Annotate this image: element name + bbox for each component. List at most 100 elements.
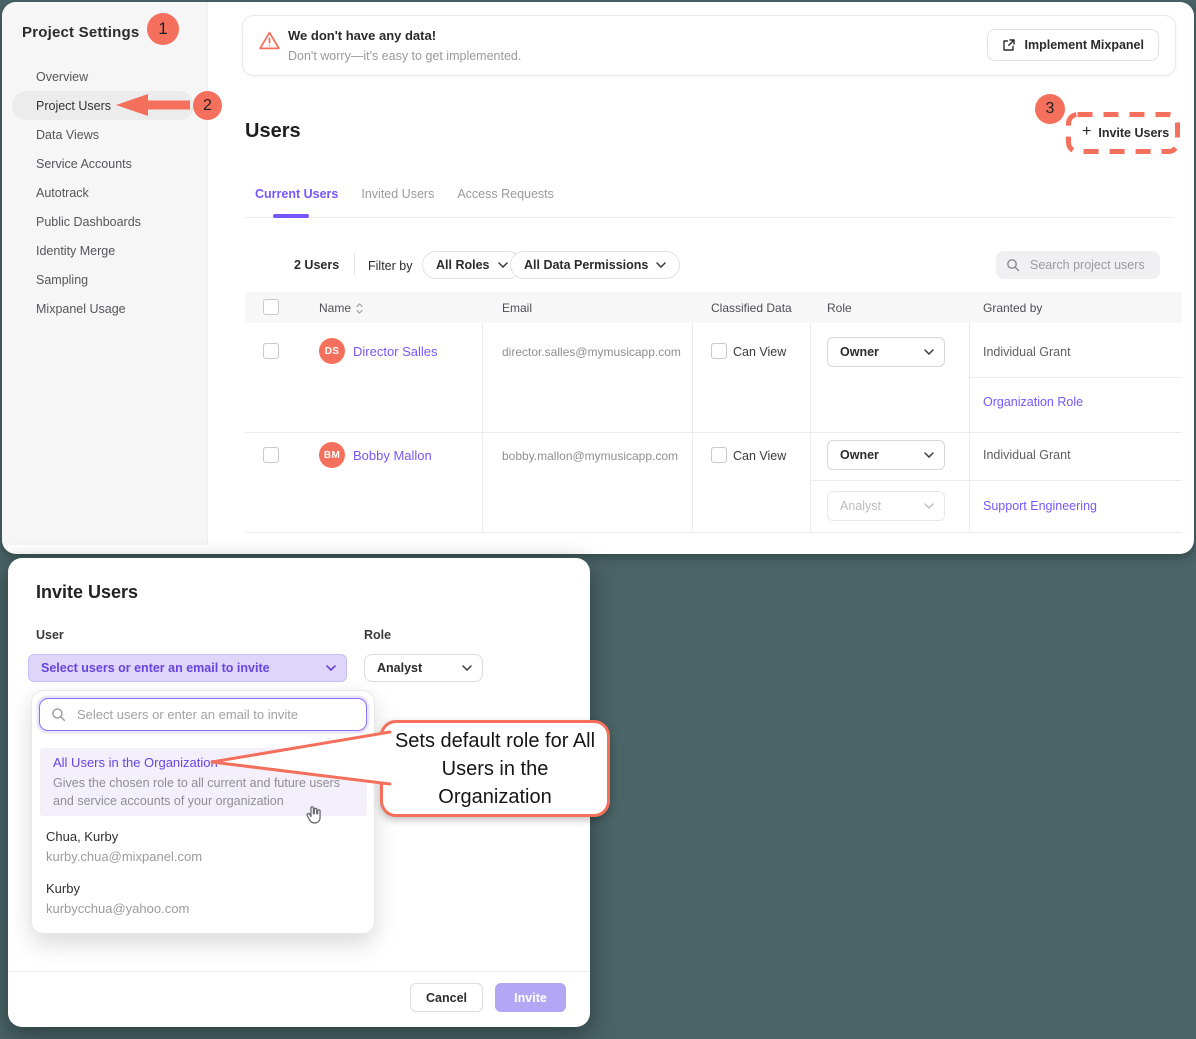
option-chua-kurby[interactable]: Chua, Kurby kurby.chua@mixpanel.com — [46, 829, 202, 864]
row-divider — [245, 532, 1182, 533]
user-email: bobby.mallon@mymusicapp.com — [502, 449, 678, 463]
sidebar-item-public-dashboards[interactable]: Public Dashboards — [12, 207, 194, 236]
chevron-down-icon — [924, 349, 934, 355]
user-field-label: User — [36, 628, 64, 642]
users-tabs: Current Users Invited Users Access Reque… — [255, 187, 554, 201]
sidebar-item-overview[interactable]: Overview — [12, 62, 194, 91]
banner-title: We don't have any data! — [288, 28, 436, 43]
step-3-badge: 3 — [1035, 94, 1065, 124]
dialog-footer-divider — [8, 971, 590, 972]
project-settings-window: Project Settings Overview Project Users … — [2, 2, 1194, 554]
all-roles-label: All Roles — [436, 258, 490, 272]
option-email: kurbycchua@yahoo.com — [46, 901, 189, 916]
role-field-label: Role — [364, 628, 391, 642]
step-1-badge: 1 — [147, 13, 179, 45]
role-select-value: Owner — [840, 448, 879, 462]
arrow-left-icon — [114, 92, 192, 118]
plus-icon: + — [1082, 124, 1091, 140]
row-checkbox[interactable] — [263, 343, 279, 359]
organization-role-link[interactable]: Organization Role — [983, 395, 1083, 409]
column-divider — [482, 323, 483, 532]
all-roles-filter[interactable]: All Roles — [422, 251, 522, 279]
chevron-down-icon — [656, 262, 666, 268]
sidebar-item-mixpanel-usage[interactable]: Mixpanel Usage — [12, 294, 194, 323]
sidebar: Project Settings Overview Project Users … — [2, 2, 208, 545]
dropdown-search-input[interactable] — [75, 706, 355, 723]
row-divider — [245, 432, 1182, 433]
chevron-down-icon — [326, 665, 336, 671]
column-header-name[interactable]: Name — [319, 301, 363, 315]
avatar: BM — [319, 442, 345, 468]
tab-current-users[interactable]: Current Users — [255, 187, 338, 201]
callout-annotation: Sets default role for All Users in the O… — [380, 720, 610, 817]
granted-by-value: Individual Grant — [983, 448, 1071, 462]
granted-by-value: Individual Grant — [983, 345, 1071, 359]
sidebar-item-autotrack[interactable]: Autotrack — [12, 178, 194, 207]
search-icon — [51, 707, 66, 722]
option-title: Chua, Kurby — [46, 829, 202, 844]
user-name-link[interactable]: Bobby Mallon — [353, 448, 432, 463]
user-email: director.salles@mymusicapp.com — [502, 345, 681, 359]
sidebar-item-identity-merge[interactable]: Identity Merge — [12, 236, 194, 265]
option-title: Kurby — [46, 881, 189, 896]
user-name-link[interactable]: Director Salles — [353, 344, 438, 359]
all-data-permissions-filter[interactable]: All Data Permissions — [510, 251, 680, 279]
table-header-row: Name Email Classified Data Role Granted … — [245, 292, 1182, 323]
name-header-label: Name — [319, 301, 351, 315]
filter-by-label: Filter by — [368, 259, 412, 273]
role-select-value: Analyst — [377, 661, 422, 675]
callout-text: Sets default role for All Users in the O… — [387, 727, 603, 811]
sidebar-item-sampling[interactable]: Sampling — [12, 265, 194, 294]
grant-divider — [810, 480, 1182, 481]
sidebar-item-service-accounts[interactable]: Service Accounts — [12, 149, 194, 178]
avatar: DS — [319, 338, 345, 364]
search-project-users-box — [996, 251, 1160, 279]
role-select[interactable]: Analyst — [364, 654, 483, 682]
sidebar-item-data-views[interactable]: Data Views — [12, 120, 194, 149]
callout-tail — [205, 725, 395, 791]
row-checkbox[interactable] — [263, 447, 279, 463]
option-kurby[interactable]: Kurby kurbycchua@yahoo.com — [46, 881, 189, 916]
select-all-checkbox[interactable] — [263, 299, 279, 315]
invite-users-label: Invite Users — [1098, 126, 1169, 140]
role-select-value: Analyst — [840, 499, 881, 513]
can-view-checkbox[interactable] — [711, 343, 727, 359]
implement-mixpanel-label: Implement Mixpanel — [1025, 38, 1144, 52]
all-data-permissions-label: All Data Permissions — [524, 258, 648, 272]
implement-mixpanel-button[interactable]: Implement Mixpanel — [987, 29, 1159, 61]
column-divider — [969, 323, 970, 532]
can-view-label: Can View — [733, 345, 786, 359]
screenshot-canvas: Project Settings Overview Project Users … — [0, 0, 1196, 1039]
users-table: Name Email Classified Data Role Granted … — [245, 292, 1182, 532]
tabs-divider — [245, 217, 1174, 218]
chevron-down-icon — [924, 452, 934, 458]
tab-access-requests[interactable]: Access Requests — [457, 187, 554, 201]
chevron-down-icon — [498, 262, 508, 268]
invite-users-button[interactable]: + Invite Users — [1082, 125, 1169, 141]
users-count: 2 Users — [294, 258, 339, 272]
active-tab-underline — [273, 214, 309, 218]
role-select[interactable]: Owner — [827, 440, 945, 470]
chevron-down-icon — [924, 503, 934, 509]
tab-invited-users[interactable]: Invited Users — [361, 187, 434, 201]
dialog-title: Invite Users — [36, 582, 138, 603]
can-view-checkbox[interactable] — [711, 447, 727, 463]
step-2-badge: 2 — [193, 91, 222, 120]
cancel-button[interactable]: Cancel — [410, 983, 483, 1012]
no-data-banner: We don't have any data! Don't worry—it's… — [242, 15, 1176, 76]
divider — [354, 253, 355, 275]
role-select-disabled: Analyst — [827, 491, 945, 521]
user-select-value: Select users or enter an email to invite — [41, 661, 270, 675]
grant-divider — [969, 377, 1182, 378]
column-header-classified-data: Classified Data — [711, 301, 792, 315]
column-divider — [692, 323, 693, 532]
role-select[interactable]: Owner — [827, 337, 945, 367]
invite-button[interactable]: Invite — [495, 983, 566, 1012]
support-engineering-link[interactable]: Support Engineering — [983, 499, 1097, 513]
search-project-users-input[interactable] — [1028, 257, 1150, 273]
column-header-email: Email — [502, 301, 532, 315]
option-email: kurby.chua@mixpanel.com — [46, 849, 202, 864]
banner-subtitle: Don't worry—it's easy to get implemented… — [288, 49, 521, 63]
user-select[interactable]: Select users or enter an email to invite — [28, 654, 347, 682]
chevron-down-icon — [462, 665, 472, 671]
